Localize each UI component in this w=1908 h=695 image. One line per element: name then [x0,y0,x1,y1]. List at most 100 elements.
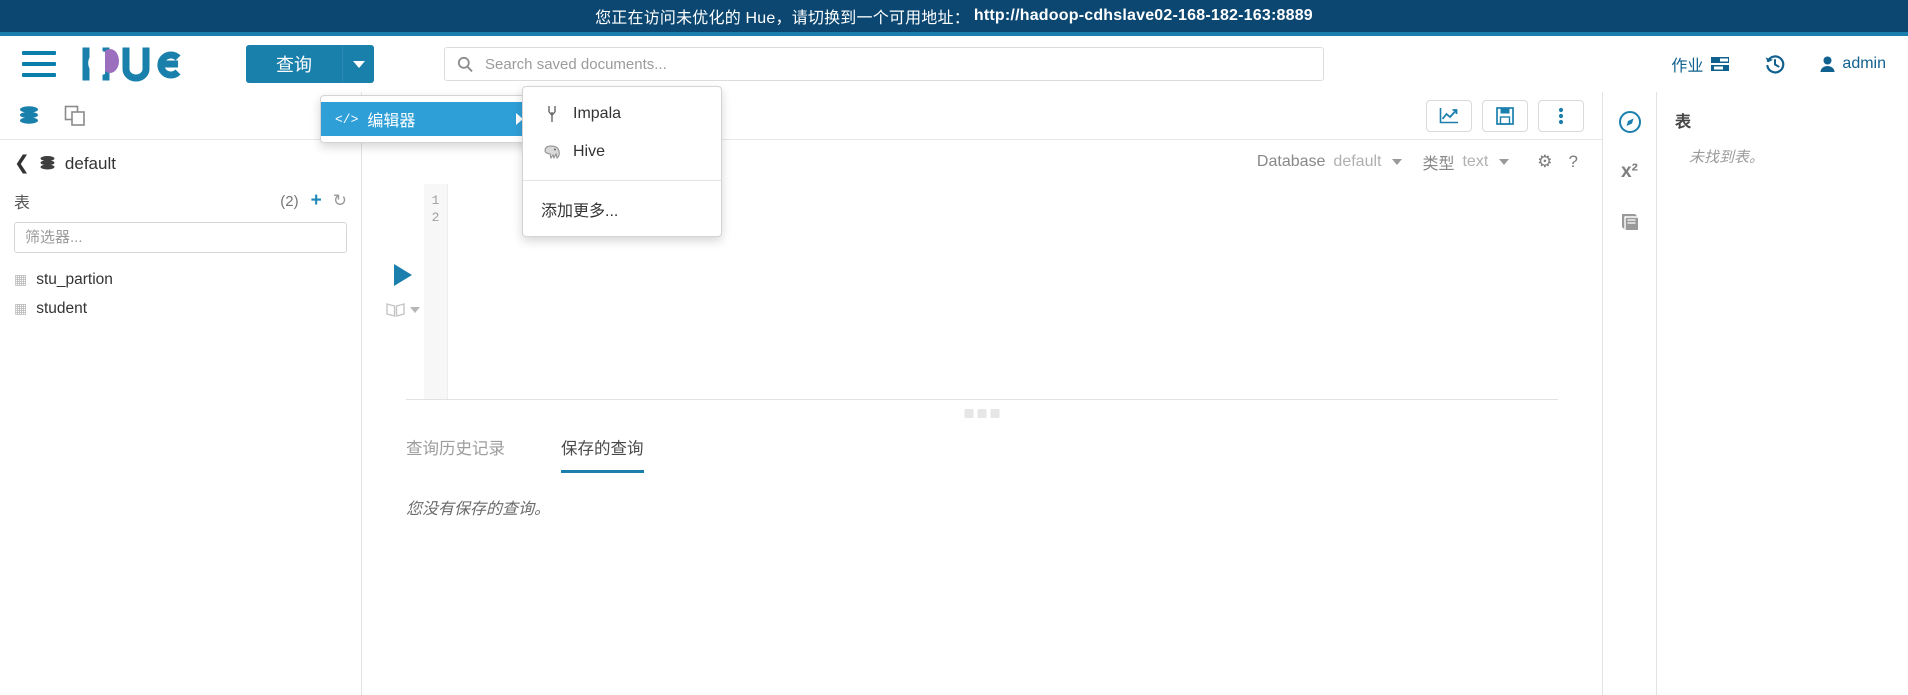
run-query-button[interactable] [394,264,412,286]
banner-message: 您正在访问未优化的 Hue，请切换到一个可用地址： [595,10,970,27]
chevron-down-icon [410,306,420,313]
saved-queries-empty-message: 您没有保存的查询。 [406,501,551,518]
optimizer-warning-banner: 您正在访问未优化的 Hue，请切换到一个可用地址： http://hadoop-… [0,0,1908,36]
jobs-menu-item[interactable]: 作业 [1671,52,1730,76]
type-selector-label: 类型 [1422,156,1455,173]
chevron-down-icon[interactable] [1392,159,1403,165]
line-number: 2 [431,210,440,225]
query-dropdown-toggle[interactable] [342,45,374,83]
line-number-gutter: 1 2 [424,184,448,399]
breadcrumb: ❮ default [14,152,347,175]
more-options-button[interactable] [1538,99,1584,132]
table-name: student [36,299,88,317]
table-icon: ▦ [14,300,28,316]
documents-icon [64,105,85,126]
tables-section-header: 表 (2) + ↻ [14,189,347,213]
menu-item-editor-label: 编辑器 [367,113,416,130]
assistant-compass-tab[interactable] [1618,108,1642,136]
save-floppy-icon [1496,106,1514,125]
user-label: admin [1842,55,1886,72]
editor-run-controls [382,184,424,399]
jobs-label: 作业 [1671,58,1704,75]
menu-item-hive-label: Hive [573,143,606,160]
page-body: ❮ default 表 (2) + ↻ ▦ stu_partion [0,92,1908,695]
menu-item-hive[interactable]: Hive [523,133,721,171]
tables-count: (2) [280,192,299,210]
search-input[interactable] [483,54,1311,74]
history-button[interactable] [1764,53,1786,75]
compass-icon [1618,111,1641,133]
history-icon [1765,55,1785,74]
user-icon [1820,56,1835,72]
impala-icon [541,105,563,123]
help-icon[interactable]: ? [1569,152,1578,172]
menu-item-editor[interactable]: </> 编辑器 [321,102,537,136]
tab-saved-queries[interactable]: 保存的查询 [561,435,644,473]
table-filter-input[interactable] [14,222,347,253]
menu-item-add-more[interactable]: 添加更多... [523,190,721,228]
hamburger-bar [22,51,56,55]
drag-handle-icon [964,409,1000,418]
database-selector-value[interactable]: default [1333,153,1381,171]
tab-query-history[interactable]: 查询历史记录 [406,435,505,473]
current-database-name[interactable]: default [65,154,116,174]
book-icon [386,303,405,317]
assist-content: ❮ default 表 (2) + ↻ ▦ stu_partion [0,140,361,323]
navbar-right-actions: 作业 admin [1671,52,1886,76]
top-navigation-bar: 查询 作业 [0,36,1908,92]
x-squared-icon: x² [1621,161,1638,182]
query-button-group: 查询 [246,45,374,83]
menu-item-impala[interactable]: Impala [523,95,721,133]
type-selector-value[interactable]: text [1462,153,1488,171]
menu-separator [523,180,721,181]
right-assist-panel: 表 未找到表。 [1656,92,1908,695]
bottom-tab-bar: 查询历史记录 保存的查询 [406,435,1602,473]
functions-tab[interactable]: x² [1621,158,1638,186]
code-icon: </> [335,111,359,127]
database-assist-tab[interactable] [18,102,40,130]
table-name: stu_partion [36,270,113,288]
tables-label: 表 [14,195,31,212]
panel-splitter[interactable] [406,399,1558,421]
right-icon-rail: x² [1602,92,1656,695]
database-selector-label: Database [1256,153,1326,170]
vertical-ellipsis-icon [1558,107,1564,124]
back-chevron-icon[interactable]: ❮ [14,152,30,175]
editor-toolbar [1426,99,1584,132]
search-box[interactable] [444,47,1324,81]
user-menu[interactable]: admin [1820,55,1886,73]
chart-icon [1439,107,1458,123]
save-button[interactable] [1482,99,1528,132]
add-table-icon[interactable]: + [311,190,322,212]
editor-log-toggle[interactable] [386,302,420,317]
search-icon [457,56,473,72]
search-container [444,47,1324,81]
gear-icon[interactable]: ⚙ [1537,152,1552,172]
query-dropdown-menu: </> 编辑器 [320,95,538,143]
database-icon [20,105,38,124]
table-icon: ▦ [14,271,28,287]
line-number: 1 [431,193,440,208]
hamburger-bar [22,62,56,66]
assist-tab-bar [0,92,361,140]
list-item[interactable]: ▦ stu_partion [14,265,347,294]
query-button[interactable]: 查询 [246,45,342,83]
hue-logo[interactable] [80,45,204,83]
tables-list: ▦ stu_partion ▦ student [14,265,347,323]
right-panel-empty-message: 未找到表。 [1689,149,1765,166]
jobs-icon [1711,57,1730,71]
left-assist-panel: ❮ default 表 (2) + ↻ ▦ stu_partion [0,92,362,695]
chevron-down-icon [352,60,365,68]
refresh-icon[interactable]: ↻ [333,191,347,211]
menu-item-add-more-label: 添加更多... [541,203,619,220]
documentation-tab[interactable] [1619,208,1641,236]
list-item[interactable]: ▦ student [14,294,347,323]
database-icon [40,156,55,170]
documents-assist-tab[interactable] [64,102,88,130]
chart-button[interactable] [1426,99,1472,132]
hive-elephant-icon [541,144,563,160]
chevron-down-icon[interactable] [1499,159,1510,165]
editor-submenu: Impala Hive 添加更多... [522,86,722,237]
hamburger-menu-icon[interactable] [22,51,56,77]
banner-url[interactable]: http://hadoop-cdhslave02-168-182-163:888… [974,7,1313,25]
